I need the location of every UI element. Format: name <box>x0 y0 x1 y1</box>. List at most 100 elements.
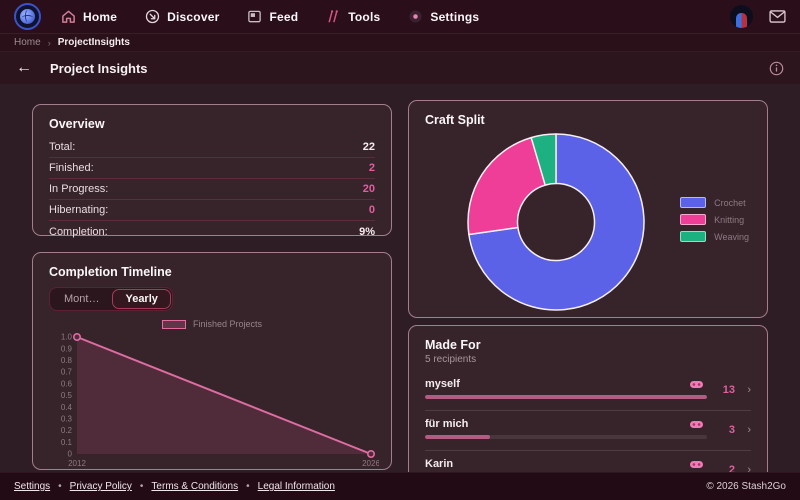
legend-swatch <box>680 197 707 208</box>
data-point-marker[interactable] <box>366 450 375 459</box>
footer-link-separator: • <box>139 481 144 492</box>
timeline-line-chart: 0 0.1 0.2 0.3 0.4 0.5 0.6 0.7 0.8 0.9 1.0 2012 2026 <box>61 332 379 468</box>
overview-title: Overview <box>49 117 105 131</box>
made-for-list: myself13›für mich3›Karin2›me› <box>425 371 751 472</box>
yarn-ball-icon <box>20 9 35 24</box>
nav-item-settings[interactable]: Settings <box>408 9 479 24</box>
footer: Settings • Privacy Policy • Terms & Conditio… <box>0 472 800 500</box>
legend-swatch <box>680 214 707 225</box>
craft-badges <box>690 420 703 428</box>
footer-link-separator: • <box>58 481 62 492</box>
footer-link[interactable]: Privacy Policy <box>70 481 132 492</box>
recipient-count: 2 <box>728 464 735 472</box>
stat-value: 22 <box>362 141 375 153</box>
copyright-text: © 2026 Stash2Go <box>706 481 786 492</box>
legend-label: Knitting <box>714 214 745 225</box>
chevron-right-icon[interactable]: › <box>747 424 751 436</box>
overview-stat-row: In Progress: 20 <box>49 179 375 200</box>
craft-legend-item[interactable]: Knitting <box>680 214 749 225</box>
y-tick-label: 0.8 <box>61 356 73 365</box>
settings-dot-icon <box>408 9 423 24</box>
page-title: Project Insights <box>50 60 148 76</box>
footer-link[interactable]: Legal Information <box>258 481 335 492</box>
footer-links: Settings • Privacy Policy • Terms & Conditio… <box>14 481 335 492</box>
yarn-skein-icon <box>690 460 703 468</box>
craft-legend-item[interactable]: Crochet <box>680 197 749 208</box>
tools-knitting-needles-icon <box>326 9 341 24</box>
breadcrumb-current: ProjectInsights <box>57 37 130 48</box>
back-arrow-icon[interactable]: ← <box>16 60 32 76</box>
y-tick-label: 0.3 <box>61 415 73 424</box>
overview-card: Overview Total: 22 Finished: 2 In Progress: 2… <box>32 104 392 238</box>
yarn-skein-icon <box>690 380 703 388</box>
tab-yearly[interactable]: Yearly <box>112 289 171 309</box>
donut-slice-knitting[interactable] <box>467 136 546 236</box>
recipient-name: für mich <box>425 418 469 430</box>
recipient-name: Karin <box>425 458 454 470</box>
recipient-progress-track <box>425 435 707 439</box>
recipient-progress-fill <box>425 395 707 399</box>
nav-item-tools[interactable]: Tools <box>326 9 380 24</box>
stat-label: Finished: <box>49 162 94 174</box>
craft-legend-item[interactable]: Weaving <box>680 231 749 242</box>
y-tick-label: 0.9 <box>61 344 73 353</box>
y-tick-label: 0 <box>68 450 73 459</box>
overview-stat-row: Completion: 9% <box>49 221 375 242</box>
mail-icon[interactable] <box>769 10 786 23</box>
overview-stat-row: Hibernating: 0 <box>49 200 375 221</box>
stat-label: Total: <box>49 141 76 153</box>
timeline-legend: Finished Projects <box>49 319 375 329</box>
discover-icon <box>145 9 160 24</box>
nav-item-discover[interactable]: Discover <box>145 9 219 24</box>
y-tick-label: 1.0 <box>61 333 73 342</box>
recipient-row[interactable]: Karin 2 › <box>425 451 751 472</box>
top-nav-bar: Home Discover Feed Tools Settings <box>0 0 800 33</box>
footer-link[interactable]: Terms & Conditions <box>151 481 238 492</box>
app-logo[interactable] <box>14 3 41 30</box>
recipient-row[interactable]: myself 13 › <box>425 371 751 411</box>
recipient-count: 3 <box>728 424 735 436</box>
avatar-figure <box>736 13 747 28</box>
nav-label: Discover <box>167 9 220 24</box>
chevron-right-icon[interactable]: › <box>747 464 751 472</box>
info-icon[interactable] <box>769 61 784 76</box>
page-header: ← Project Insights <box>0 52 800 84</box>
breadcrumb-separator-icon: › <box>47 37 51 48</box>
user-avatar[interactable] <box>730 5 753 28</box>
stat-value: 9% <box>359 225 375 238</box>
y-tick-label: 0.4 <box>61 403 73 412</box>
home-icon <box>61 9 76 24</box>
y-tick-label: 0.1 <box>61 438 73 447</box>
timeline-interval-toggle: Mont… Yearly <box>49 287 173 311</box>
craft-title: Craft Split <box>425 113 485 127</box>
nav-item-home[interactable]: Home <box>61 9 117 24</box>
breadcrumb-home[interactable]: Home <box>14 37 41 48</box>
y-tick-label: 0.2 <box>61 426 73 435</box>
y-tick-label: 0.7 <box>61 368 73 377</box>
craft-badges <box>690 380 703 388</box>
data-point-marker[interactable] <box>72 332 81 342</box>
recipient-progress-track <box>425 395 707 399</box>
legend-label: Weaving <box>714 231 749 242</box>
recipient-row[interactable]: für mich 3 › <box>425 411 751 451</box>
stat-value: 20 <box>362 183 375 195</box>
stat-label: In Progress: <box>49 183 109 195</box>
nav-label: Feed <box>269 9 299 24</box>
stat-label: Completion: <box>49 225 108 238</box>
recipient-name: myself <box>425 378 460 390</box>
chevron-right-icon[interactable]: › <box>747 384 751 396</box>
x-tick-label: 2012 <box>68 459 86 468</box>
nav-label: Home <box>83 9 118 24</box>
breadcrumb: Home › ProjectInsights <box>0 33 800 52</box>
legend-swatch <box>161 319 186 329</box>
legend-label: Finished Projects <box>192 319 263 329</box>
tab-monthly[interactable]: Mont… <box>51 289 112 309</box>
overview-stat-row: Finished: 2 <box>49 158 375 179</box>
recipient-progress-fill <box>425 435 491 439</box>
nav-item-feed[interactable]: Feed <box>247 9 298 24</box>
yarn-skein-icon <box>690 420 703 428</box>
nav-label: Tools <box>348 9 381 24</box>
footer-link[interactable]: Settings <box>14 481 50 492</box>
timeline-title: Completion Timeline <box>49 265 172 279</box>
completion-timeline-card: Completion Timeline Mont… Yearly Finishe… <box>32 252 392 470</box>
